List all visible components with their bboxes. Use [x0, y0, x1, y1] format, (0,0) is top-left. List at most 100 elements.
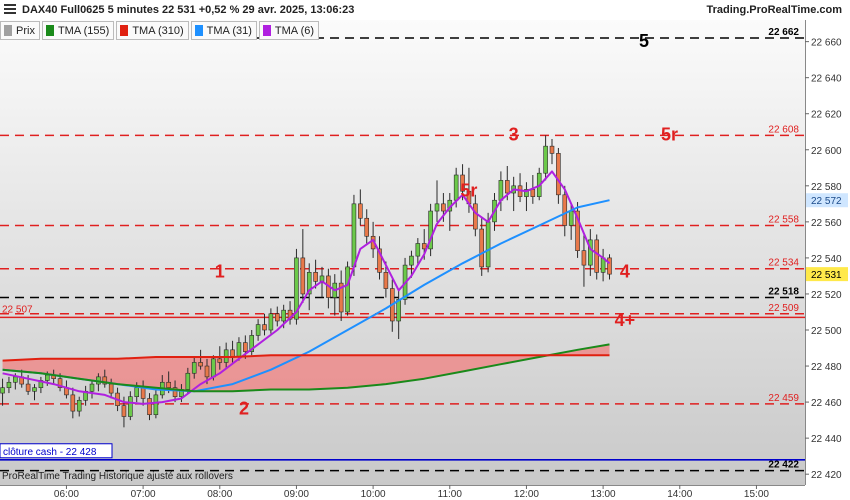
level-label: 22 534 [768, 258, 799, 269]
level-label: 22 662 [768, 27, 799, 38]
candle-up [236, 342, 242, 358]
last-price-tag: 22 531 [811, 270, 842, 281]
candle-down [198, 362, 203, 367]
indicator-legend: Prix TMA (155) TMA (310) TMA (31) TMA (6) [0, 21, 321, 40]
candle-up [185, 372, 191, 390]
candle-up [128, 396, 133, 417]
candle-up [498, 180, 504, 201]
x-tick-label: 09:00 [284, 489, 309, 500]
x-tick-label: 15:00 [744, 489, 769, 500]
price-axis-background [805, 20, 850, 485]
candle-down [108, 383, 114, 394]
y-tick-label: 22 480 [811, 362, 842, 373]
candle-down [313, 272, 318, 282]
wave-annotation: 4+ [615, 310, 636, 330]
level-label: 22 507 [2, 304, 33, 315]
candle-up [485, 221, 491, 268]
y-tick-label: 22 580 [811, 182, 842, 193]
x-tick-label: 12:00 [514, 489, 539, 500]
wave-annotation: 4 [620, 262, 630, 282]
x-tick-label: 13:00 [591, 489, 616, 500]
candle-down [25, 383, 31, 392]
wave-annotation: 5r [661, 125, 678, 145]
legend-swatch [194, 25, 203, 36]
candle-up [434, 203, 440, 212]
candle-down [147, 398, 152, 416]
candle-down [441, 203, 446, 212]
x-tick-label: 14:00 [667, 489, 692, 500]
y-tick-label: 22 560 [811, 218, 842, 229]
x-tick-label: 08:00 [207, 489, 232, 500]
cash-close-label: clôture cash - 22 428 [3, 447, 97, 458]
legend-item[interactable]: TMA (6) [258, 21, 320, 40]
level-label: 22 509 [768, 303, 799, 314]
candle-down [383, 272, 389, 289]
candle-down [70, 394, 76, 412]
candle-down [562, 194, 568, 226]
tma31-price-tag: 22 572 [811, 196, 842, 207]
legend-label: TMA (310) [132, 24, 184, 37]
candle-up [76, 399, 82, 412]
candle-up [134, 387, 140, 397]
x-tick-label: 06:00 [54, 489, 79, 500]
level-label: 22 608 [768, 124, 799, 135]
legend-item[interactable]: TMA (310) [116, 21, 189, 40]
candle-up [13, 376, 18, 383]
candle-down [121, 405, 127, 417]
candle-down [549, 145, 555, 154]
x-tick-label: 10:00 [361, 489, 386, 500]
candle-down [217, 358, 223, 363]
candle-down [274, 313, 280, 322]
legend-label: TMA (6) [274, 24, 315, 37]
legend-swatch [120, 25, 129, 36]
candle-up [396, 299, 401, 322]
footer-note: ProRealTime Trading Historique ajusté au… [2, 471, 233, 482]
x-tick-label: 11:00 [438, 489, 463, 500]
y-tick-label: 22 640 [811, 74, 842, 85]
candle-up [44, 374, 50, 381]
wave-annotation: 1 [215, 262, 225, 282]
y-tick-label: 22 500 [811, 326, 842, 337]
wave-annotation: 3 [509, 125, 519, 145]
legend-swatch [4, 25, 12, 36]
candle-up [415, 243, 421, 257]
candle-down [364, 217, 370, 237]
candle-down [243, 342, 248, 352]
candle-up [345, 266, 350, 313]
y-tick-label: 22 420 [811, 470, 842, 481]
legend-item[interactable]: TMA (155) [41, 21, 115, 40]
y-tick-label: 22 620 [811, 110, 842, 121]
candle-up [543, 145, 548, 174]
y-tick-label: 22 520 [811, 290, 842, 301]
candle-up [568, 210, 574, 226]
y-tick-label: 22 600 [811, 146, 842, 157]
price-chart[interactable]: 22 420 22 440 22 460 22 480 22 500 22 520 22 5… [0, 0, 850, 500]
candle-up [6, 381, 12, 388]
time-axis-background [0, 485, 850, 500]
wave-annotation: 5 [639, 31, 649, 51]
candle-down [262, 324, 267, 331]
candle-down [607, 257, 612, 275]
legend-label: TMA (31) [206, 24, 252, 37]
legend-item[interactable]: TMA (31) [190, 21, 257, 40]
candle-down [421, 243, 427, 250]
legend-item[interactable]: Prix [0, 21, 40, 40]
candle-up [32, 387, 37, 392]
y-tick-label: 22 540 [811, 254, 842, 265]
legend-label: TMA (155) [57, 24, 110, 37]
wave-annotation: 5r [460, 180, 477, 200]
candle-up [409, 255, 414, 266]
candle-up [153, 394, 159, 416]
candle-down [556, 153, 561, 196]
candle-down [140, 387, 146, 399]
y-tick-label: 22 460 [811, 398, 842, 409]
plot-background [0, 20, 805, 485]
candle-up [0, 387, 5, 394]
legend-label: Prix [16, 24, 35, 37]
candle-up [351, 203, 357, 268]
x-tick-label: 07:00 [131, 489, 156, 500]
legend-swatch [45, 25, 54, 36]
candle-down [530, 189, 536, 197]
candle-down [594, 239, 600, 273]
y-tick-label: 22 440 [811, 434, 842, 445]
